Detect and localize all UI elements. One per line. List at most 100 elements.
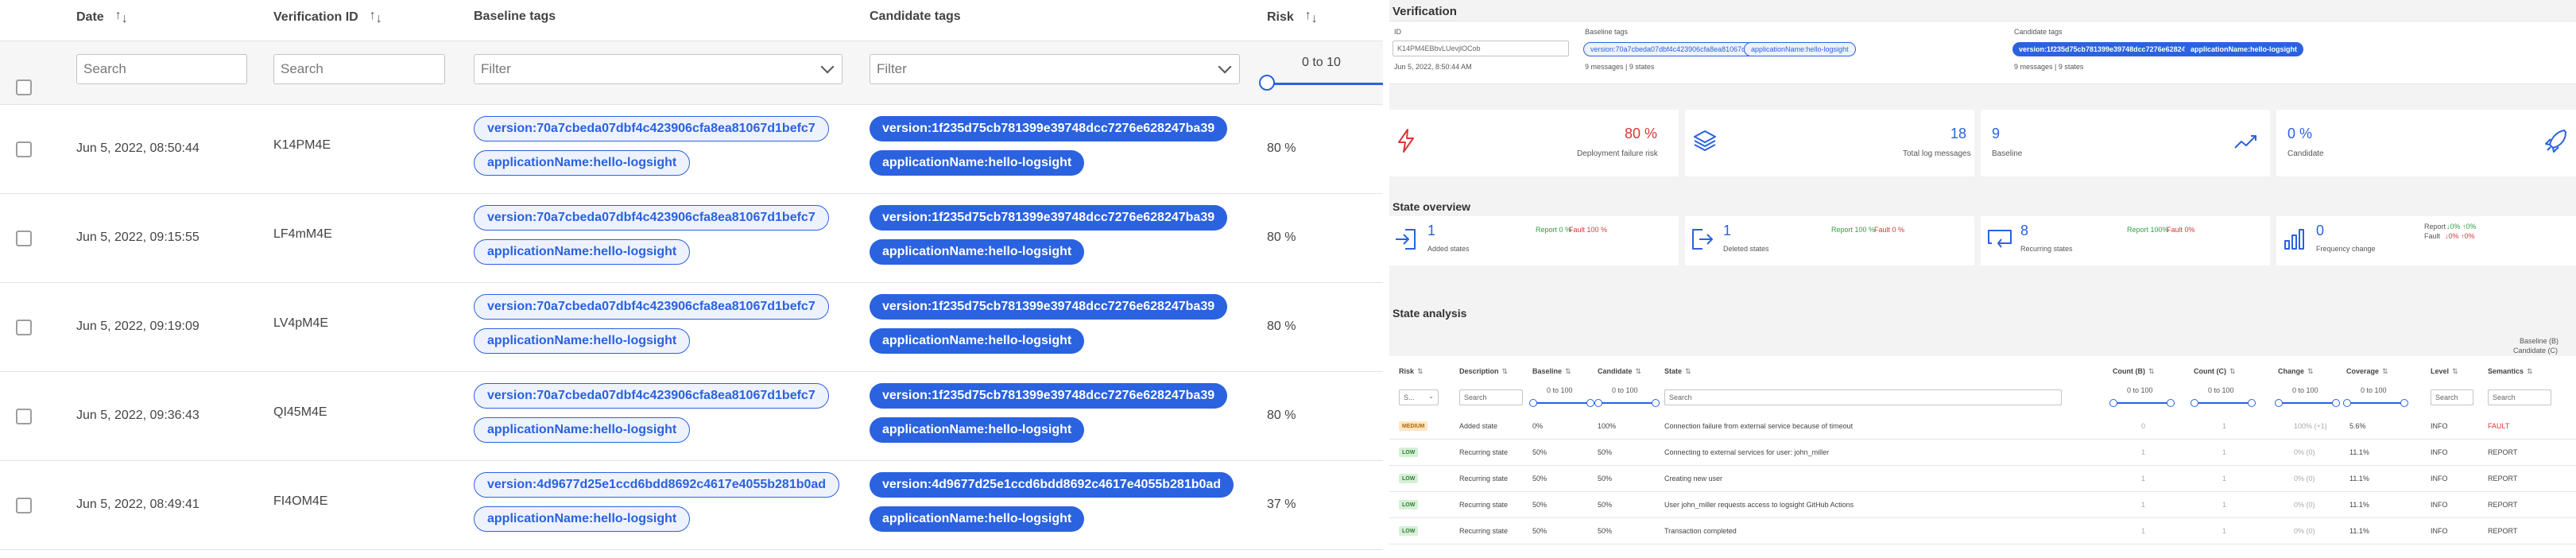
row-verification-id[interactable]: LF4mM4E: [273, 227, 332, 242]
sort-icon[interactable]: [1305, 9, 1319, 26]
col-level[interactable]: Level ⇅: [2431, 367, 2458, 376]
candidate-tag-version[interactable]: version:1f235d75cb781399e39748dcc7276e62…: [870, 116, 1228, 141]
table-row[interactable]: MEDIUM Added state 0% 100% Connection fa…: [1389, 413, 2576, 440]
count-c-slider-thumb-max[interactable]: [2248, 399, 2256, 407]
id-field[interactable]: K14PM4EBbvLUevjlOCob: [1393, 41, 1569, 56]
change-range-slider[interactable]: [2278, 402, 2337, 404]
change-slider-thumb-min[interactable]: [2275, 399, 2283, 407]
col-coverage[interactable]: Coverage ⇅: [2346, 367, 2388, 376]
risk-slider-thumb-min[interactable]: [1259, 75, 1275, 91]
col-count-c[interactable]: Count (C) ⇅: [2194, 367, 2236, 376]
cell-state[interactable]: Connecting to external services for user…: [1664, 448, 1829, 456]
risk-select[interactable]: S... ⌄: [1399, 389, 1439, 405]
row-verification-id[interactable]: K14PM4E: [273, 138, 331, 153]
col-semantics[interactable]: Semantics ⇅: [2488, 367, 2533, 376]
change-slider-thumb-max[interactable]: [2332, 399, 2340, 407]
level-search[interactable]: Search: [2431, 389, 2473, 405]
header-verification-id[interactable]: Verification ID: [273, 9, 384, 26]
table-row[interactable]: LOW Recurring state 50% 50% Connecting t…: [1389, 440, 2576, 466]
col-baseline[interactable]: Baseline ⇅: [1532, 367, 1571, 376]
baseline-tag-app[interactable]: applicationName:hello-logsight: [1744, 42, 1856, 56]
select-all-checkbox[interactable]: [16, 79, 32, 95]
table-row[interactable]: Jun 5, 2022, 09:19:09 LV4pM4E version:70…: [0, 283, 1383, 372]
recurring-report: Report 100%: [2127, 226, 2169, 234]
count-b-range-slider[interactable]: [2113, 402, 2171, 404]
row-checkbox[interactable]: [16, 320, 32, 335]
row-verification-id[interactable]: FI4OM4E: [273, 494, 327, 509]
col-state[interactable]: State ⇅: [1664, 367, 1691, 376]
table-row[interactable]: Jun 5, 2022, 09:36:43 QI45M4E version:70…: [0, 372, 1383, 461]
row-checkbox[interactable]: [16, 141, 32, 157]
cell-state[interactable]: Connection failure from external service…: [1664, 422, 1853, 430]
col-change[interactable]: Change ⇅: [2278, 367, 2314, 376]
candidate-slider-thumb-max[interactable]: [1652, 399, 1660, 407]
sort-icon[interactable]: [115, 9, 130, 26]
chevron-down-icon: ⌄: [1428, 393, 1434, 400]
table-row[interactable]: LOW Recurring state 50% 50% User john_mi…: [1389, 492, 2576, 518]
candidate-tag-version[interactable]: version:1f235d75cb781399e39748dcc7276e62…: [870, 294, 1228, 320]
candidate-tag-version[interactable]: version:1f235d75cb781399e39748dcc7276e62…: [870, 205, 1228, 231]
cell-state[interactable]: Transaction completed: [1664, 527, 1737, 535]
row-checkbox[interactable]: [16, 409, 32, 424]
candidate-tag-app[interactable]: applicationName:hello-logsight: [870, 239, 1085, 265]
state-search[interactable]: Search: [1664, 389, 2062, 405]
table-row[interactable]: LOW Recurring state 50% 50% Creating new…: [1389, 466, 2576, 492]
baseline-tag-version[interactable]: version:4d9677d25e1ccd6bdd8692c4617e4055…: [474, 472, 840, 498]
semantics-search[interactable]: Search: [2488, 389, 2551, 405]
table-row[interactable]: Jun 5, 2022, 08:49:41 FI4OM4E version:4d…: [0, 461, 1383, 550]
id-search-input[interactable]: Search: [273, 54, 445, 84]
risk-range-slider[interactable]: [1267, 83, 1383, 85]
col-risk[interactable]: Risk ⇅: [1399, 367, 1424, 376]
coverage-slider-thumb-min[interactable]: [2343, 399, 2351, 407]
baseline-tag-version[interactable]: version:70a7cbeda07dbf4c423906cfa8ea8106…: [474, 383, 829, 409]
count-c-range-slider[interactable]: [2194, 402, 2253, 404]
candidate-tag-app[interactable]: applicationName:hello-logsight: [870, 417, 1085, 443]
baseline-tag-version[interactable]: version:70a7cbeda07dbf4c423906cfa8ea8106…: [474, 205, 829, 231]
baseline-tag-version[interactable]: version:70a7cbeda07dbf4c423906cfa8ea8106…: [474, 294, 829, 320]
candidate-tag-version[interactable]: version:1f235d75cb781399e39748dcc7276e62…: [2012, 42, 2213, 56]
baseline-filter-select[interactable]: Filter: [474, 54, 843, 84]
candidate-range-slider[interactable]: [1598, 402, 1656, 404]
sort-icon[interactable]: [370, 9, 384, 26]
row-verification-id[interactable]: QI45M4E: [273, 405, 327, 420]
baseline-slider-thumb-min[interactable]: [1529, 399, 1537, 407]
date-search-input[interactable]: Search: [76, 54, 247, 84]
candidate-tag-app[interactable]: applicationName:hello-logsight: [870, 506, 1085, 532]
header-date[interactable]: Date: [76, 9, 130, 26]
baseline-slider-thumb-max[interactable]: [1586, 399, 1594, 407]
row-checkbox[interactable]: [16, 498, 32, 513]
candidate-tag-app[interactable]: applicationName:hello-logsight: [2184, 42, 2304, 56]
col-description[interactable]: Description ⇅: [1459, 367, 1508, 376]
baseline-counts: 9 messages | 9 states: [1585, 63, 1655, 71]
baseline-tag-app[interactable]: applicationName:hello-logsight: [474, 506, 691, 532]
candidate-tag-version[interactable]: version:4d9677d25e1ccd6bdd8692c4617e4055…: [870, 472, 1234, 498]
count-c-slider-thumb-min[interactable]: [2191, 399, 2198, 407]
count-b-slider-thumb-max[interactable]: [2167, 399, 2175, 407]
col-count-b[interactable]: Count (B) ⇅: [2113, 367, 2155, 376]
baseline-tag-version[interactable]: version:70a7cbeda07dbf4c423906cfa8ea8106…: [474, 116, 829, 141]
header-risk[interactable]: Risk: [1267, 9, 1319, 26]
coverage-slider-thumb-max[interactable]: [2400, 399, 2408, 407]
candidate-filter-select[interactable]: Filter: [870, 54, 1240, 84]
baseline-tag-app[interactable]: applicationName:hello-logsight: [474, 417, 691, 443]
candidate-slider-thumb-min[interactable]: [1594, 399, 1602, 407]
table-row[interactable]: Jun 5, 2022, 09:15:55 LF4mM4E version:70…: [0, 194, 1383, 283]
description-search[interactable]: Search: [1459, 389, 1523, 405]
baseline-tag-app[interactable]: applicationName:hello-logsight: [474, 328, 691, 354]
coverage-range-slider[interactable]: [2346, 402, 2405, 404]
candidate-tag-version[interactable]: version:1f235d75cb781399e39748dcc7276e62…: [870, 383, 1228, 409]
cell-state[interactable]: User john_miller requests access to logs…: [1664, 501, 1854, 509]
candidate-tag-app[interactable]: applicationName:hello-logsight: [870, 150, 1085, 176]
row-verification-id[interactable]: LV4pM4E: [273, 316, 328, 331]
cell-state[interactable]: Creating new user: [1664, 475, 1722, 482]
freq-report-label: Report: [2424, 223, 2446, 231]
count-b-slider-thumb-min[interactable]: [2109, 399, 2117, 407]
baseline-range-slider[interactable]: [1532, 402, 1591, 404]
table-row[interactable]: Jun 5, 2022, 08:50:44 K14PM4E version:70…: [0, 105, 1383, 194]
baseline-tag-app[interactable]: applicationName:hello-logsight: [474, 239, 691, 265]
col-candidate[interactable]: Candidate ⇅: [1598, 367, 1641, 376]
candidate-tag-app[interactable]: applicationName:hello-logsight: [870, 328, 1085, 354]
row-checkbox[interactable]: [16, 231, 32, 246]
table-row[interactable]: LOW Recurring state 50% 50% Transaction …: [1389, 518, 2576, 544]
baseline-tag-app[interactable]: applicationName:hello-logsight: [474, 150, 691, 176]
